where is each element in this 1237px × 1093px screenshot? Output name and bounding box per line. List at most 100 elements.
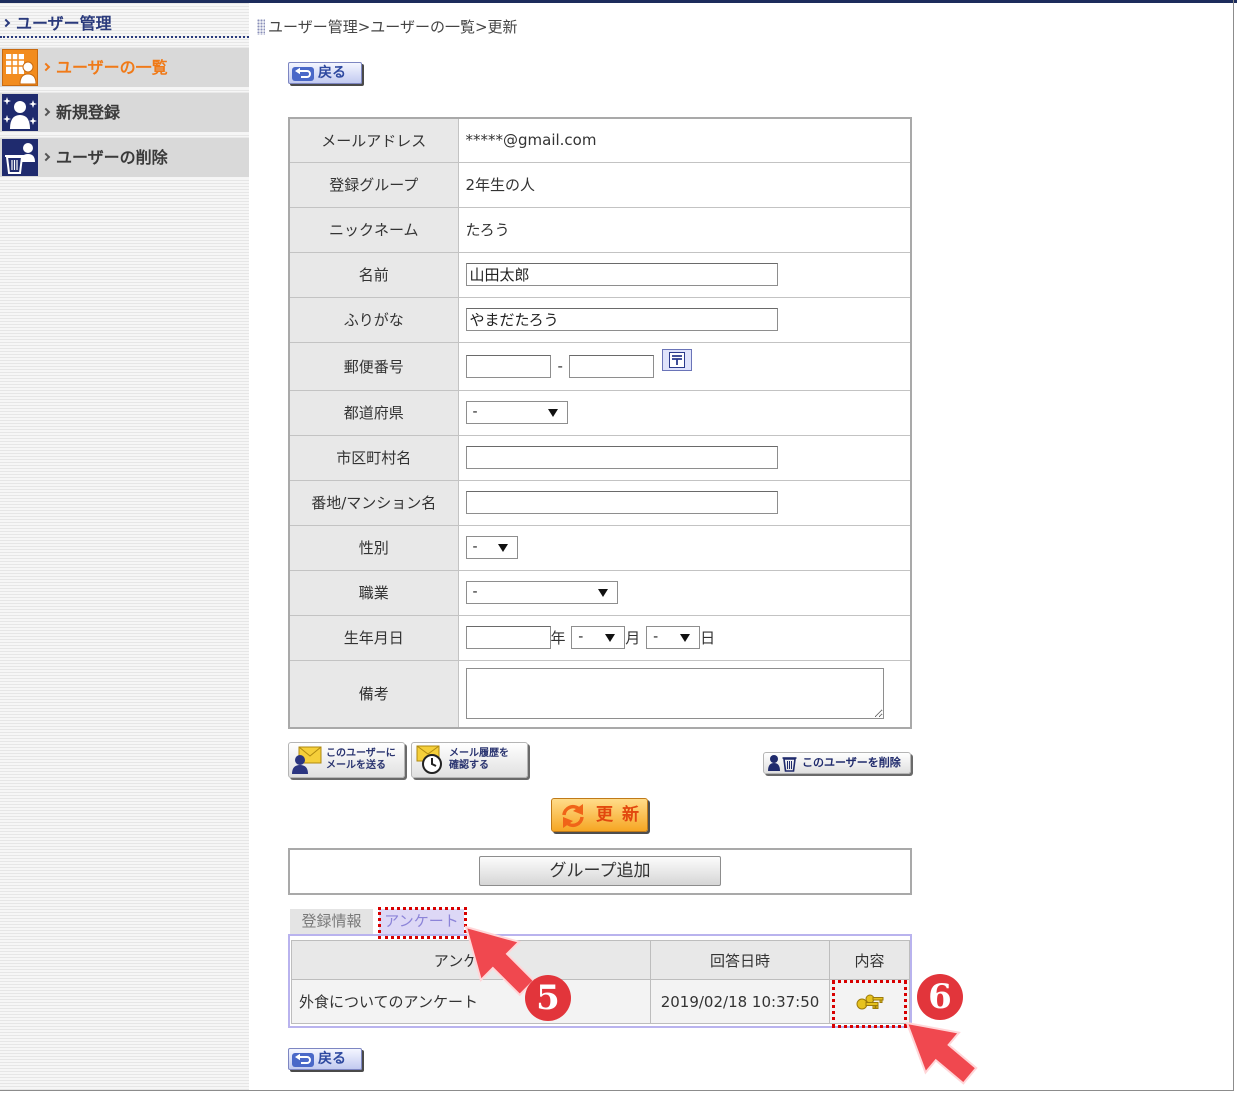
postal-code-separator: - <box>557 357 563 375</box>
postal-code-second-input[interactable] <box>568 354 654 378</box>
field-label: 備考 <box>288 659 459 729</box>
dropdown-arrow-icon <box>497 544 508 552</box>
city-cell <box>457 434 912 481</box>
back-button-bottom[interactable]: 戻る <box>288 1048 362 1070</box>
column-header-survey: アンケート <box>291 940 651 980</box>
update-button[interactable]: 更新 <box>551 798 648 832</box>
form-row-notes: 備考 <box>288 659 912 729</box>
birth-day-select[interactable]: - <box>646 626 701 649</box>
frame-bottom-border <box>0 1090 1234 1091</box>
form-row-city: 市区町村名 <box>288 434 912 481</box>
postal-code-first-input[interactable] <box>465 354 551 378</box>
sidebar-item-label: ユーザーの一覧 <box>56 58 168 77</box>
field-label: 郵便番号 <box>288 341 459 391</box>
form-row-furigana: ふりがな <box>288 296 912 343</box>
refresh-icon <box>559 803 587 829</box>
dotted-grid-icon <box>257 19 265 35</box>
mail-history-label: メール履歴を 確認する <box>449 748 509 772</box>
form-row-group: 登録グループ 2年生の人 <box>288 161 912 208</box>
chevron-right-icon <box>41 107 51 117</box>
highlight-box-content <box>832 980 907 1028</box>
prefecture-selected: - <box>472 404 478 420</box>
survey-answered-at: 2019/02/18 10:37:50 <box>650 979 830 1024</box>
add-group-button[interactable]: グループ追加 <box>479 856 721 886</box>
city-input[interactable] <box>465 446 778 469</box>
postal-search-icon[interactable] <box>661 349 692 371</box>
send-mail-label-line1: このユーザーに <box>326 748 396 759</box>
update-label: 更新 <box>596 805 648 825</box>
occupation-cell: - <box>457 569 912 616</box>
form-row-prefecture: 都道府県 - <box>288 389 912 436</box>
birth-month-select[interactable]: - <box>571 626 626 649</box>
annotation-number-5: 5 <box>525 975 571 1021</box>
dropdown-arrow-icon <box>680 634 691 642</box>
back-arrow-icon <box>292 66 314 81</box>
column-header-answered-at: 回答日時 <box>650 940 830 980</box>
user-list-icon <box>2 49 38 86</box>
field-label: 都道府県 <box>288 389 459 436</box>
form-row-gender: 性別 - <box>288 524 912 571</box>
back-arrow-icon <box>292 1052 314 1067</box>
field-label: 登録グループ <box>288 161 459 208</box>
dropdown-arrow-icon <box>605 634 616 642</box>
dropdown-arrow-icon <box>547 409 558 417</box>
month-unit: 月 <box>625 629 641 647</box>
dropdown-arrow-icon <box>597 589 608 597</box>
day-unit: 日 <box>700 629 716 647</box>
field-label: 番地/マンション名 <box>288 479 459 526</box>
back-button[interactable]: 戻る <box>288 62 362 84</box>
sidebar: ユーザー管理 ユーザーの一覧 新規登録 ユーザーの削除 <box>0 3 249 1090</box>
highlight-box-survey-tab <box>378 907 467 939</box>
send-mail-label-line2: メールを送る <box>326 760 386 771</box>
mail-history-button[interactable]: メール履歴を 確認する <box>411 742 528 778</box>
chevron-right-icon <box>41 62 51 72</box>
occupation-select[interactable]: - <box>465 581 618 604</box>
form-row-occupation: 職業 - <box>288 569 912 616</box>
sidebar-header: ユーザー管理 <box>0 13 249 35</box>
sidebar-item-user-list[interactable]: ユーザーの一覧 <box>0 47 249 88</box>
form-row-birthday: 生年月日 年 - 月 - 日 <box>288 614 912 661</box>
gender-select[interactable]: - <box>465 536 518 559</box>
email-value: *****@gmail.com <box>457 117 912 163</box>
street-input[interactable] <box>465 491 778 514</box>
postal-code-cell: - <box>457 341 912 391</box>
prefecture-select[interactable]: - <box>465 401 568 424</box>
new-user-icon <box>2 94 38 131</box>
gender-cell: - <box>457 524 912 571</box>
form-row-postal-code: 郵便番号 - <box>288 341 912 391</box>
name-cell <box>457 251 912 298</box>
delete-user-button[interactable]: このユーザーを削除 <box>763 752 911 774</box>
column-header-content: 内容 <box>829 940 910 980</box>
birth-year-input[interactable] <box>465 626 551 649</box>
form-row-email: メールアドレス *****@gmail.com <box>288 117 912 163</box>
chevron-right-icon <box>41 152 51 162</box>
send-mail-button[interactable]: このユーザーに メールを送る <box>288 742 405 778</box>
mail-history-icon <box>414 745 446 775</box>
occupation-selected: - <box>472 584 478 600</box>
survey-name: 外食についてのアンケート <box>291 979 651 1024</box>
name-input[interactable] <box>465 263 778 286</box>
gender-selected: - <box>472 539 478 555</box>
back-button-label: 戻る <box>318 65 346 81</box>
form-row-street: 番地/マンション名 <box>288 479 912 526</box>
notes-textarea[interactable] <box>465 668 884 720</box>
field-label: 名前 <box>288 251 459 298</box>
birth-day-selected: - <box>653 629 659 645</box>
sidebar-item-label: 新規登録 <box>56 103 121 122</box>
field-label: ふりがな <box>288 296 459 343</box>
street-cell <box>457 479 912 526</box>
send-mail-icon <box>291 745 323 775</box>
furigana-input[interactable] <box>465 308 778 331</box>
form-row-name: 名前 <box>288 251 912 298</box>
sidebar-item-delete-user[interactable]: ユーザーの削除 <box>0 137 249 178</box>
sidebar-title: ユーザー管理 <box>16 14 112 33</box>
table-row: 外食についてのアンケート 2019/02/18 10:37:50 <box>291 979 910 1024</box>
nickname-value: たろう <box>457 206 912 253</box>
mail-history-label-line1: メール履歴を <box>449 748 509 759</box>
user-form: メールアドレス *****@gmail.com 登録グループ 2年生の人 ニック… <box>288 117 912 729</box>
sidebar-item-label: ユーザーの削除 <box>56 148 168 167</box>
tab-registration-info[interactable]: 登録情報 <box>290 909 373 934</box>
sidebar-divider <box>0 36 249 38</box>
field-label: 性別 <box>288 524 459 571</box>
sidebar-item-new-user[interactable]: 新規登録 <box>0 92 249 133</box>
